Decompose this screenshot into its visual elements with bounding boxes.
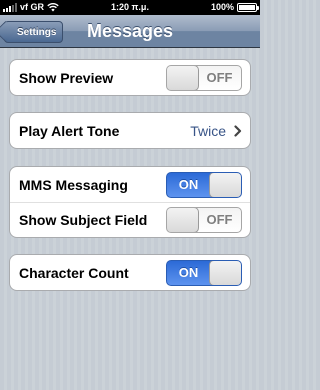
toggle-state-label: ON — [178, 176, 199, 192]
toggle-knob — [167, 65, 199, 90]
setting-label: MMS Messaging — [19, 176, 128, 193]
toggle-knob — [209, 260, 241, 285]
setting-label: Play Alert Tone — [19, 122, 120, 139]
character-count-toggle[interactable]: ON — [166, 259, 242, 286]
page-title: Messages — [86, 21, 174, 41]
setting-label: Show Subject Field — [19, 212, 148, 228]
battery-percent: 100% — [210, 2, 234, 12]
setting-row-show-preview: Show Preview OFF — [10, 60, 250, 95]
chevron-right-icon — [234, 124, 242, 137]
setting-label: Show Preview — [19, 69, 114, 86]
setting-row-play-alert-tone[interactable]: Play Alert Tone Twice — [10, 113, 250, 148]
status-bar: vf GR 1:20 π.μ. 100% — [0, 0, 260, 15]
settings-group-alert: Play Alert Tone Twice — [9, 112, 251, 149]
setting-row-mms-messaging: MMS Messaging ON — [10, 167, 250, 202]
setting-value: Twice — [190, 122, 226, 139]
settings-group-mms: MMS Messaging ON Show Subject Field OFF — [9, 166, 251, 238]
settings-group-character-count: Character Count ON — [9, 254, 251, 291]
mms-messaging-toggle[interactable]: ON — [166, 171, 242, 198]
status-bar-right: 100% — [210, 2, 259, 12]
battery-icon — [237, 2, 259, 12]
toggle-knob — [209, 172, 241, 197]
show-preview-toggle[interactable]: OFF — [166, 64, 242, 91]
toggle-state-label: OFF — [206, 212, 233, 227]
setting-row-show-subject-field: Show Subject Field OFF — [10, 202, 250, 237]
setting-row-character-count: Character Count ON — [10, 255, 250, 290]
settings-group-preview: Show Preview OFF — [9, 59, 251, 96]
show-subject-field-toggle[interactable]: OFF — [166, 207, 242, 233]
back-button-label: Settings — [17, 27, 57, 38]
navigation-bar: Settings Messages — [0, 15, 260, 48]
back-button[interactable]: Settings — [4, 21, 64, 43]
toggle-state-label: OFF — [206, 69, 233, 85]
toggle-knob — [167, 208, 199, 232]
toggle-state-label: ON — [178, 264, 199, 280]
battery-fill — [239, 4, 255, 10]
setting-label: Character Count — [19, 264, 129, 281]
